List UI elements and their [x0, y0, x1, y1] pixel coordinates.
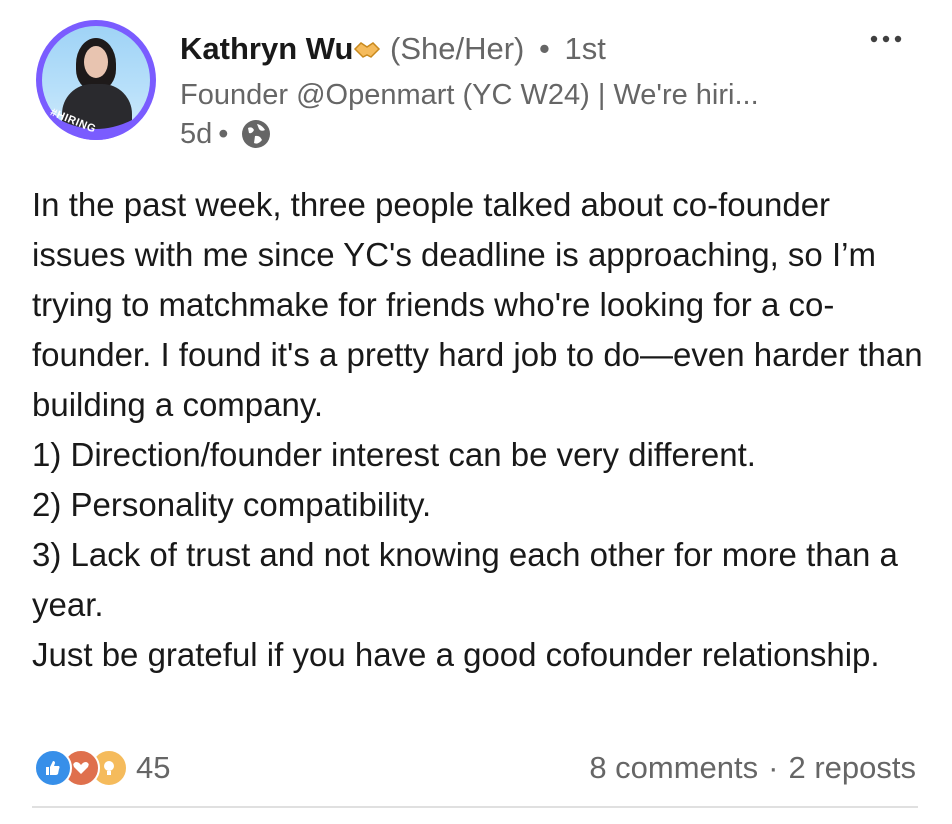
like-icon [34, 749, 72, 787]
social-counts: 8 comments · 2 reposts [589, 748, 916, 788]
author-name-line: Kathryn Wu (She/Her) • 1st [180, 30, 606, 70]
author-name[interactable]: Kathryn Wu [180, 31, 353, 66]
counts-separator: · [768, 750, 779, 785]
handshake-icon [353, 32, 381, 70]
author-pronouns: (She/Her) [390, 31, 525, 66]
time-separator: • [218, 118, 229, 150]
post-meta: 5d • [180, 116, 272, 152]
post-time: 5d [180, 118, 213, 150]
name-separator: • [539, 31, 550, 66]
connection-degree: 1st [564, 31, 606, 66]
globe-icon [240, 118, 272, 150]
post-text: In the past week, three people talked ab… [32, 186, 923, 673]
author-headline: Founder @Openmart (YC W24) | We're hiri.… [180, 79, 759, 111]
reactions-summary[interactable]: 45 [34, 748, 170, 788]
comments-link[interactable]: 8 comments [589, 750, 758, 786]
reaction-count: 45 [136, 750, 171, 785]
more-options-button[interactable] [866, 24, 906, 54]
ellipsis-icon [870, 35, 902, 43]
divider [32, 806, 918, 808]
author-avatar[interactable]: #HIRING [36, 20, 156, 140]
reposts-link[interactable]: 2 reposts [788, 750, 916, 786]
avatar-face [84, 46, 108, 78]
